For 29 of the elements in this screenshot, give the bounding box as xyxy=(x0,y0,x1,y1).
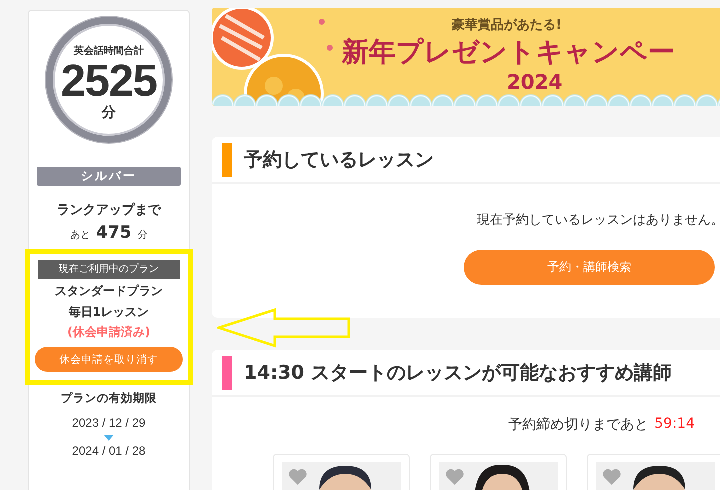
empty-message: 現在予約しているレッスンはありません。 xyxy=(477,212,720,229)
deadline-label: 予約締め切りまであと xyxy=(508,416,649,434)
section-accent-bar xyxy=(222,356,232,390)
remaining-minutes: 475 xyxy=(96,223,132,243)
deadline-countdown: 59:14 xyxy=(654,416,695,434)
plan-header: 現在ご利用中のプラン xyxy=(38,260,180,279)
plan-name: スタンダードプラン xyxy=(55,283,163,300)
rank-badge: シルバー xyxy=(37,167,181,186)
banner-tagline: 豪華賞品があたる! xyxy=(452,18,562,34)
expiry-label: プランの有効期限 xyxy=(61,391,157,406)
banner-year: 2024 xyxy=(507,70,563,94)
expiry-end-date: 2024 / 01 / 28 xyxy=(72,444,146,458)
section-title: 14:30 スタートのレッスンが可能なおすすめ講師 xyxy=(244,360,672,386)
search-teachers-button[interactable]: 予約・講師検索 xyxy=(464,250,715,285)
rank-up-label: ランクアップまで xyxy=(57,202,161,219)
cancel-suspension-button[interactable]: 休会申請を取り消す xyxy=(35,347,183,372)
section-title: 予約しているレッスン xyxy=(244,148,434,172)
remaining-unit: 分 xyxy=(138,229,148,242)
section-accent-bar xyxy=(222,142,232,176)
total-label: 英会話時間合計 xyxy=(74,44,144,58)
total-minutes: 2525 xyxy=(60,58,158,104)
campaign-banner[interactable]: 豪華賞品があたる! 新年プレゼントキャンペー 2024 xyxy=(212,8,720,106)
minutes-unit: 分 xyxy=(102,104,116,122)
banner-title: 新年プレゼントキャンペー xyxy=(342,36,675,70)
plan-status: (休会申請済み) xyxy=(68,324,150,341)
remaining-prefix: あと xyxy=(70,229,90,242)
down-triangle-icon xyxy=(104,435,114,441)
expiry-start-date: 2023 / 12 / 29 xyxy=(72,416,146,430)
plan-lessons: 毎日1レッスン xyxy=(68,304,150,321)
